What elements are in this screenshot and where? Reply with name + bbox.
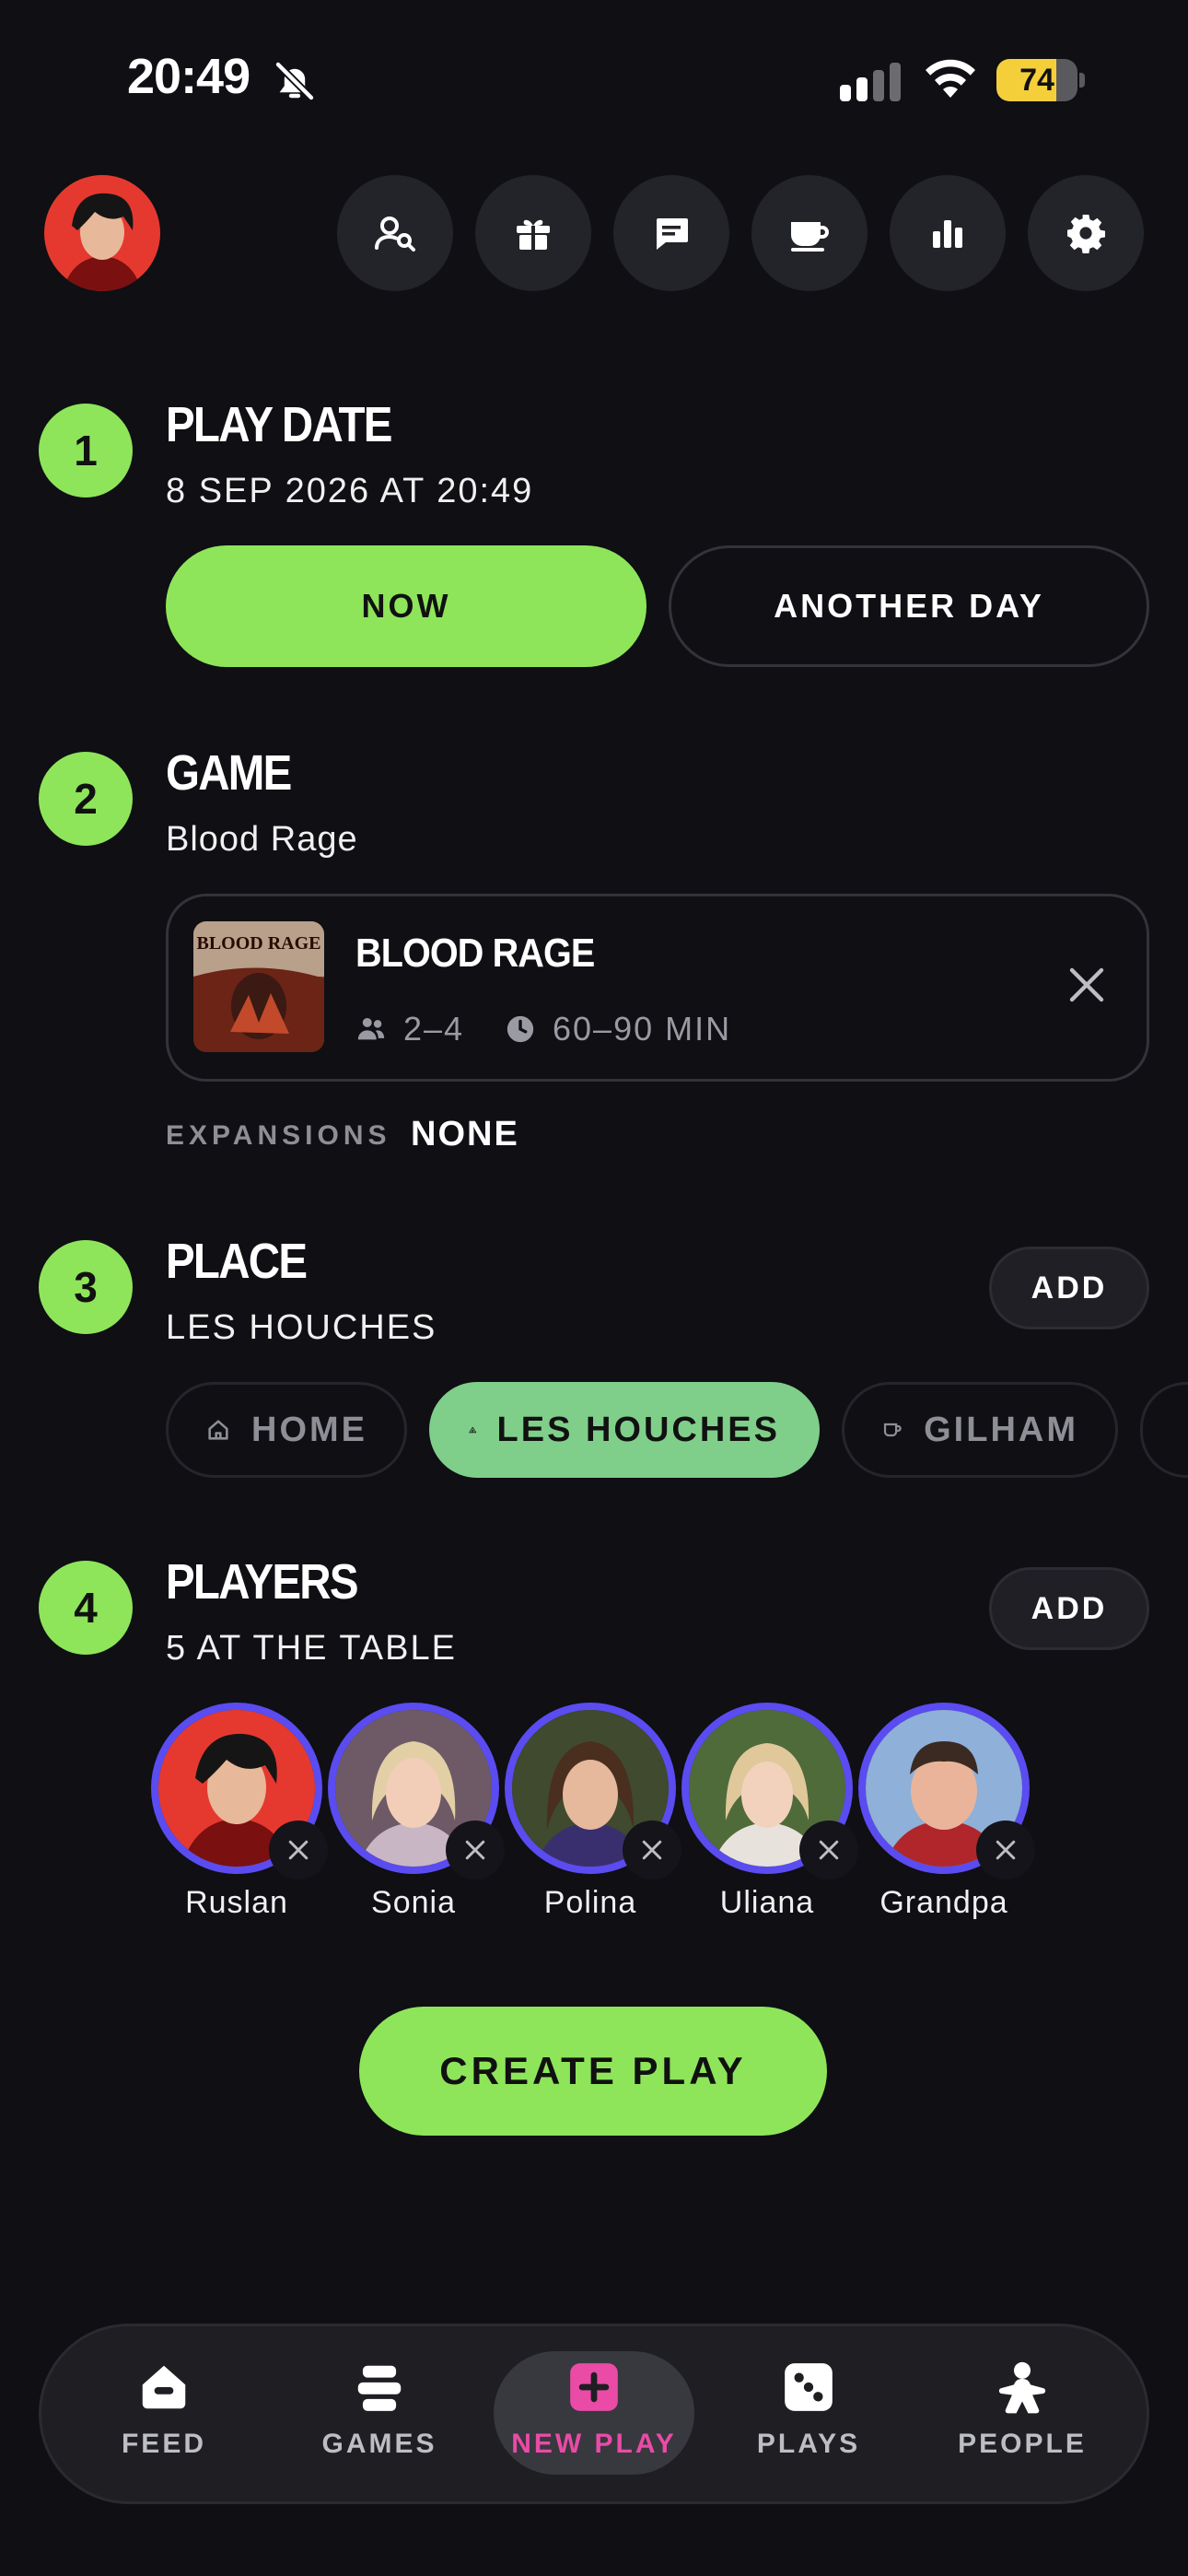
cover-title: BLOOD RAGE xyxy=(196,933,320,954)
place-value: LES HOUCHES xyxy=(166,1308,437,1347)
stats-icon xyxy=(933,220,962,248)
gifts-button[interactable] xyxy=(475,175,591,291)
coffee-button[interactable] xyxy=(751,175,868,291)
cup-icon xyxy=(883,1423,902,1437)
find-friends-button[interactable] xyxy=(337,175,453,291)
battery-level: 74 xyxy=(1019,63,1054,98)
bell-muted-icon xyxy=(274,61,315,101)
tab-label: GAMES xyxy=(321,2429,437,2459)
tab-plays[interactable]: PLAYS xyxy=(707,2359,910,2478)
wifi-icon xyxy=(926,59,975,98)
add-place-button[interactable]: ADD xyxy=(989,1247,1149,1329)
play-date-value: 8 SEP 2026 AT 20:49 xyxy=(166,472,534,510)
create-play-button[interactable]: CREATE PLAY xyxy=(359,2007,827,2136)
players-value: 5 AT THE TABLE xyxy=(166,1629,457,1668)
close-icon xyxy=(642,1840,662,1860)
player-name: Grandpa xyxy=(879,1885,1008,1920)
meeple-icon xyxy=(998,2361,1046,2414)
user-search-icon xyxy=(375,217,415,252)
tab-label: PEOPLE xyxy=(958,2429,1087,2459)
players-title: PLAYERS xyxy=(166,1554,359,1610)
profile-avatar[interactable] xyxy=(44,175,160,291)
chat-icon xyxy=(657,218,688,250)
plus-square-icon xyxy=(570,2363,618,2411)
another-day-button[interactable]: ANOTHER DAY xyxy=(669,545,1149,667)
stats-button[interactable] xyxy=(890,175,1006,291)
tab-new-play[interactable]: NEW PLAY xyxy=(493,2359,695,2478)
close-icon xyxy=(819,1840,839,1860)
game-duration: 60–90 MIN xyxy=(505,1010,731,1048)
home-icon xyxy=(142,2365,186,2409)
place-chip-les-houches[interactable]: LES HOUCHES xyxy=(429,1382,820,1478)
close-icon xyxy=(465,1840,485,1860)
close-icon xyxy=(288,1840,309,1860)
game-duration-value: 60–90 MIN xyxy=(553,1010,732,1048)
remove-player-button[interactable] xyxy=(446,1821,505,1879)
remove-game-icon[interactable] xyxy=(1065,963,1109,1007)
settings-button[interactable] xyxy=(1028,175,1144,291)
game-card-name: BLOOD RAGE xyxy=(355,931,595,976)
step-number: 2 xyxy=(39,752,133,846)
tab-feed[interactable]: FEED xyxy=(63,2359,265,2478)
coffee-icon xyxy=(791,222,829,252)
home-icon xyxy=(208,1420,228,1440)
place-chip-label: HOME xyxy=(251,1410,367,1449)
tab-label: NEW PLAY xyxy=(511,2429,677,2459)
tab-games[interactable]: GAMES xyxy=(278,2359,481,2478)
status-time: 20:49 xyxy=(127,49,250,104)
now-button[interactable]: NOW xyxy=(166,545,646,667)
expansions-value[interactable]: NONE xyxy=(411,1115,519,1154)
game-players: 2–4 xyxy=(355,1010,464,1048)
stack-icon xyxy=(357,2365,402,2411)
step-number: 1 xyxy=(39,404,133,498)
step-number: 4 xyxy=(39,1561,133,1655)
tab-people[interactable]: PEOPLE xyxy=(921,2359,1124,2478)
place-chip-label: LES HOUCHES xyxy=(496,1410,780,1449)
close-icon xyxy=(996,1840,1016,1860)
gear-icon xyxy=(1067,215,1105,253)
add-player-button[interactable]: ADD xyxy=(989,1567,1149,1650)
tab-label: PLAYS xyxy=(756,2429,861,2459)
mountain-icon xyxy=(469,1426,477,1434)
signal-icon xyxy=(840,63,901,101)
step-number: 3 xyxy=(39,1240,133,1334)
remove-player-button[interactable] xyxy=(976,1821,1035,1879)
place-chip-label: GILHAM xyxy=(924,1410,1078,1449)
game-title: GAME xyxy=(166,745,292,801)
messages-button[interactable] xyxy=(613,175,729,291)
remove-player-button[interactable] xyxy=(269,1821,328,1879)
dice-icon xyxy=(785,2363,833,2411)
remove-player-button[interactable] xyxy=(623,1821,681,1879)
game-players-range: 2–4 xyxy=(403,1010,465,1048)
place-chip-more[interactable] xyxy=(1140,1382,1188,1478)
remove-player-button[interactable] xyxy=(799,1821,858,1879)
place-chip-gilham[interactable]: GILHAM xyxy=(842,1382,1118,1478)
tab-label: FEED xyxy=(121,2429,206,2459)
play-date-title: PLAY DATE xyxy=(166,397,392,452)
place-title: PLACE xyxy=(166,1234,308,1289)
players-icon xyxy=(357,1017,385,1040)
game-value: Blood Rage xyxy=(166,820,358,859)
expansions-label: EXPANSIONS xyxy=(166,1120,391,1151)
game-cover-image: BLOOD RAGE xyxy=(193,921,324,1052)
gift-icon xyxy=(517,219,550,250)
battery-indicator: 74 xyxy=(996,59,1087,101)
place-chip-home[interactable]: HOME xyxy=(166,1382,407,1478)
clock-icon xyxy=(507,1015,534,1043)
